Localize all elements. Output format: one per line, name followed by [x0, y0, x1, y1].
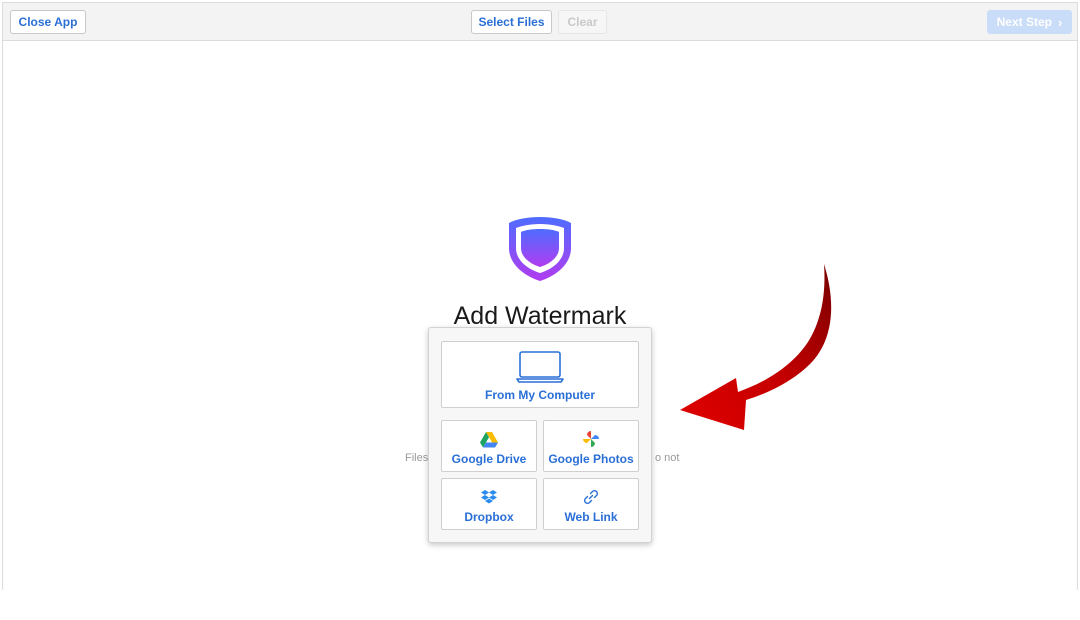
from-my-computer-label: From My Computer [484, 388, 595, 402]
google-drive-label: Google Drive [451, 452, 527, 466]
next-step-button[interactable]: Next Step › [987, 10, 1072, 34]
next-step-label: Next Step [996, 15, 1052, 29]
dropbox-label: Dropbox [464, 510, 514, 524]
curved-arrow-icon [680, 264, 832, 430]
dropbox-button[interactable]: Dropbox [441, 478, 537, 530]
shield-icon [509, 217, 571, 281]
file-source-picker: From My Computer Google Drive Google Pho… [428, 327, 652, 543]
chevron-right-icon: › [1058, 14, 1063, 30]
clear-button[interactable]: Clear [558, 10, 607, 34]
select-files-button[interactable]: Select Files [471, 10, 552, 34]
top-toolbar: Close App Select Files Clear Next Step › [3, 3, 1077, 41]
google-photos-label: Google Photos [548, 452, 634, 466]
google-drive-icon [480, 432, 498, 448]
google-photos-icon [583, 431, 599, 447]
google-drive-button[interactable]: Google Drive [441, 420, 537, 472]
web-link-label: Web Link [564, 510, 618, 524]
laptop-icon [516, 351, 564, 383]
web-link-button[interactable]: Web Link [543, 478, 639, 530]
google-photos-button[interactable]: Google Photos [543, 420, 639, 472]
from-my-computer-button[interactable]: From My Computer [441, 341, 639, 408]
hint-text-right: o not [655, 452, 680, 464]
dropbox-icon [481, 490, 497, 504]
close-app-button[interactable]: Close App [10, 10, 86, 34]
hint-text-left: Files [405, 452, 429, 464]
link-icon [583, 489, 599, 505]
